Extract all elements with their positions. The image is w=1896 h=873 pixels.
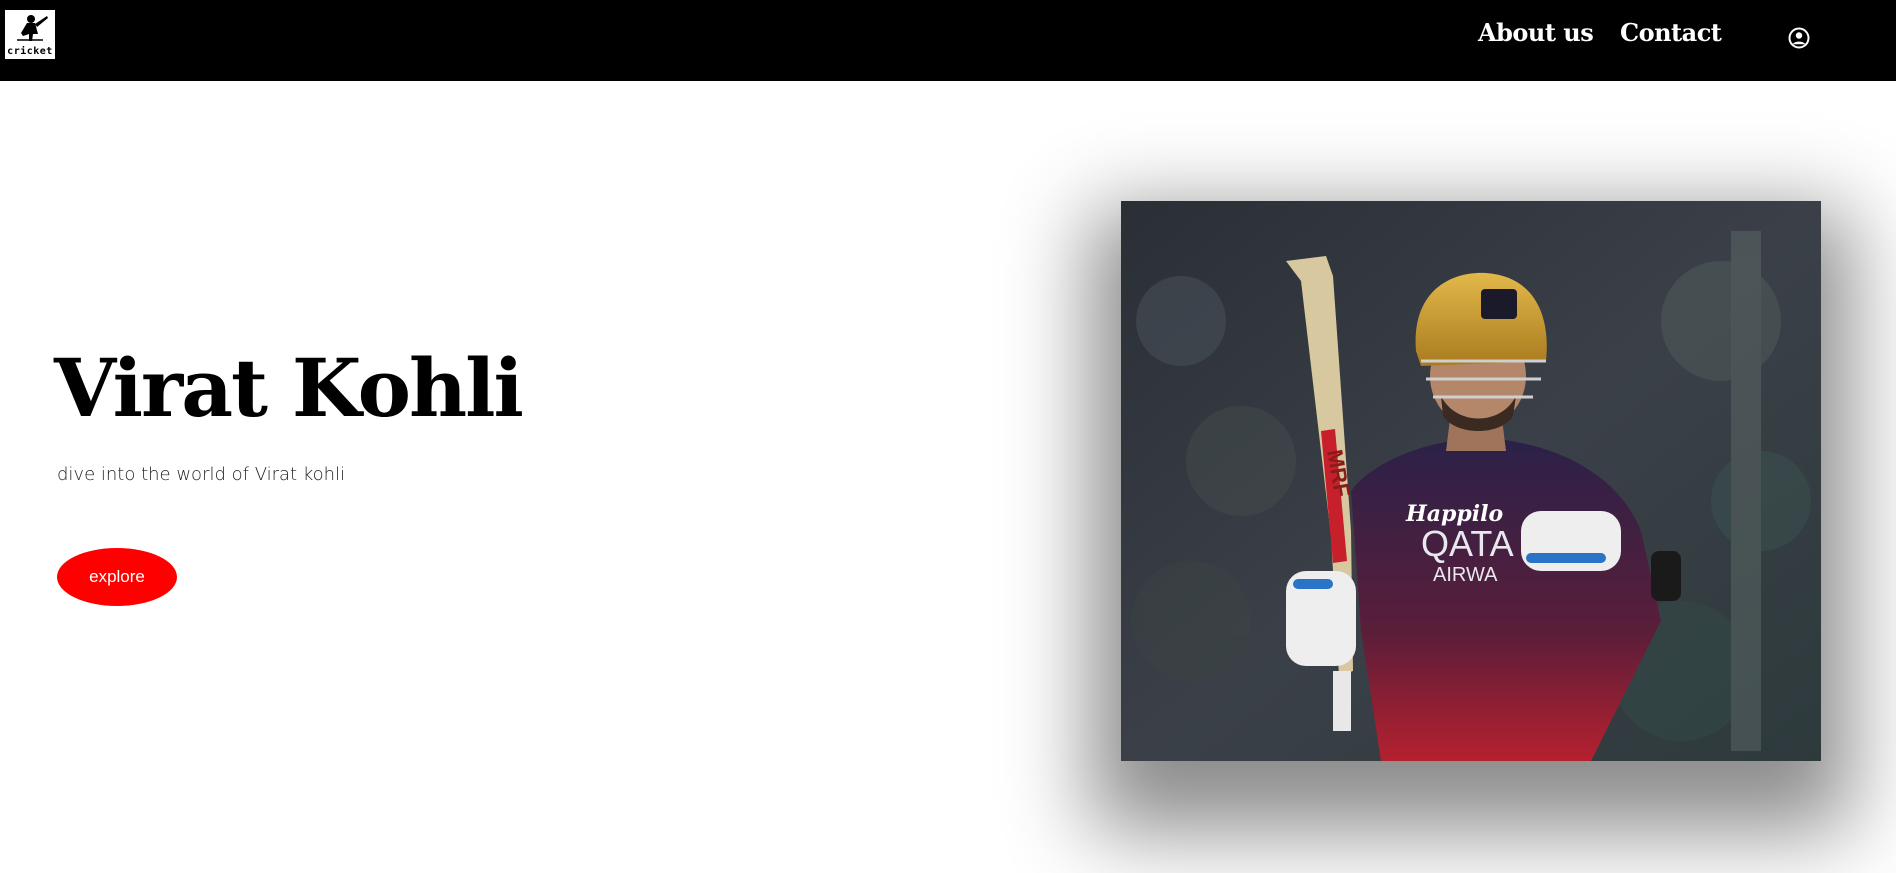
logo-text: cricket xyxy=(7,46,53,57)
cricket-logo[interactable]: cricket xyxy=(5,10,55,59)
hero-title: Virat Kohli xyxy=(54,341,524,435)
batsman-silhouette-icon xyxy=(17,15,48,41)
explore-button[interactable]: explore xyxy=(57,548,177,606)
nav-contact-link[interactable]: Contact xyxy=(1620,18,1722,47)
nav-about-us-link[interactable]: About us xyxy=(1478,18,1594,47)
jersey-line-1: QATA xyxy=(1421,523,1514,564)
jersey-line-2: AIRWA xyxy=(1433,564,1498,586)
player-photo: Happilo QATA AIRWA MRF xyxy=(1121,201,1821,761)
user-circle-icon[interactable] xyxy=(1788,27,1810,49)
top-navbar: cricket About us Contact xyxy=(0,0,1896,81)
hero-subtitle: dive into the world of Virat kohli xyxy=(57,464,346,485)
